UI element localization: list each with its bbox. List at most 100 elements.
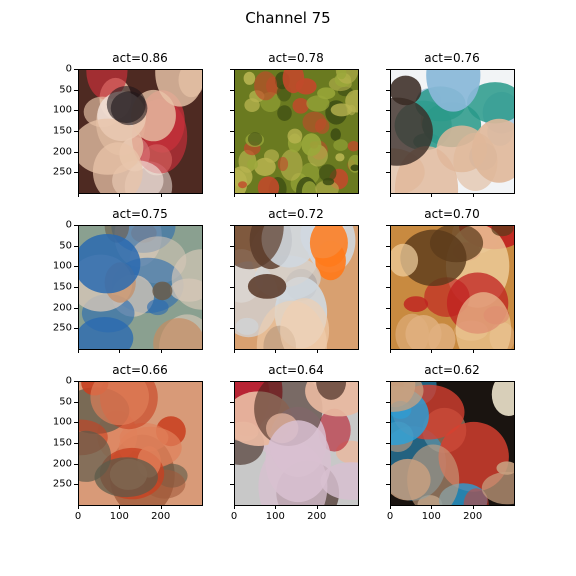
x-tick: [234, 349, 235, 353]
x-tick: [78, 193, 79, 197]
y-tick-label: 150: [52, 125, 72, 137]
panel-image: [78, 69, 202, 193]
y-tick: [386, 110, 390, 112]
x-tick: [316, 349, 318, 353]
x-tick-label: 0: [386, 511, 394, 522]
y-tick: [386, 69, 390, 70]
y-tick: [74, 422, 78, 424]
y-tick-label: 50: [59, 396, 72, 408]
y-tick-label: 0: [65, 63, 72, 75]
y-tick: [74, 69, 78, 70]
image-blob: [330, 103, 353, 117]
image-blob: [287, 128, 303, 144]
y-tick: [386, 443, 390, 444]
image-blob: [333, 139, 348, 151]
y-tick: [386, 172, 390, 174]
y-tick: [230, 401, 234, 403]
x-tick-label: 200: [463, 511, 483, 522]
y-tick-label: 200: [52, 146, 72, 158]
y-tick: [386, 151, 390, 153]
panel-4: act=0.75 0 50 100 150 200 250: [53, 207, 203, 353]
y-tick: [386, 225, 390, 226]
y-tick: [74, 328, 78, 330]
y-tick-label: 200: [52, 302, 72, 314]
thumbnail-image: [390, 69, 514, 193]
panel-1: act=0.86 0 50 100 150 200 250: [53, 51, 203, 197]
panel-title: act=0.70: [424, 207, 480, 221]
y-tick: [386, 328, 390, 330]
y-tick-label: 100: [52, 260, 72, 272]
y-tick: [74, 172, 78, 174]
y-tick: [230, 422, 234, 424]
y-tick: [230, 328, 234, 330]
y-tick: [386, 463, 390, 465]
y-tick: [74, 110, 78, 112]
y-tick: [386, 89, 390, 91]
y-tick-label: 50: [59, 84, 72, 96]
thumbnail-image: [78, 225, 202, 349]
image-blob: [301, 133, 322, 157]
y-tick: [230, 381, 234, 382]
image-blob: [247, 132, 263, 146]
image-blob: [254, 71, 278, 101]
x-tick: [472, 193, 474, 197]
y-tick: [230, 245, 234, 247]
y-tick: [230, 463, 234, 465]
image-blob: [247, 274, 287, 299]
y-tick-label: 250: [52, 478, 72, 490]
y-tick-label: 250: [52, 322, 72, 334]
thumbnail-image: [78, 381, 202, 505]
y-tick: [230, 172, 234, 174]
image-blob: [147, 299, 169, 316]
y-tick: [74, 401, 78, 403]
panel-9: act=0.62 0 100 200: [386, 363, 515, 522]
panel-6: act=0.70: [386, 207, 515, 353]
x-tick-label: 100: [265, 511, 285, 522]
x-tick: [119, 505, 121, 509]
image-blob: [277, 156, 289, 172]
y-tick-label: 50: [59, 240, 72, 252]
image-blob: [335, 153, 345, 162]
image-blob: [110, 91, 148, 126]
x-tick-label: 200: [307, 511, 327, 522]
y-tick: [74, 225, 78, 226]
image-blob: [330, 128, 341, 141]
y-tick: [230, 69, 234, 70]
thumbnail-image: [390, 225, 514, 349]
y-tick: [74, 443, 78, 444]
x-tick: [160, 505, 162, 509]
y-tick: [74, 89, 78, 91]
panel-3: act=0.76: [386, 51, 515, 197]
image-blob: [264, 149, 279, 163]
image-blob: [265, 420, 331, 503]
x-tick: [234, 193, 235, 197]
y-tick: [74, 463, 78, 465]
image-blob: [322, 177, 335, 186]
thumbnail-image: [390, 381, 514, 505]
thumbnail-image: [234, 381, 358, 505]
y-tick: [386, 245, 390, 247]
y-tick: [230, 307, 234, 309]
image-blob: [295, 78, 317, 95]
panel-2: act=0.78: [230, 51, 359, 197]
y-tick: [230, 225, 234, 226]
panel-image: [390, 69, 514, 193]
x-tick: [390, 505, 391, 509]
panel-title: act=0.76: [424, 51, 480, 65]
y-tick: [386, 287, 390, 288]
y-tick: [230, 151, 234, 153]
y-tick: [386, 484, 390, 486]
image-blob: [152, 281, 173, 301]
image-blob: [403, 296, 429, 312]
panel-image: [234, 69, 358, 193]
y-tick-label: 150: [52, 437, 72, 449]
panel-image: [390, 381, 514, 505]
y-tick: [386, 266, 390, 268]
x-tick: [316, 193, 318, 197]
y-tick: [74, 245, 78, 247]
x-tick: [234, 505, 235, 509]
x-tick: [78, 505, 79, 509]
thumbnail-image: [234, 225, 358, 349]
x-tick: [472, 349, 474, 353]
thumbnail-image: [234, 69, 358, 193]
